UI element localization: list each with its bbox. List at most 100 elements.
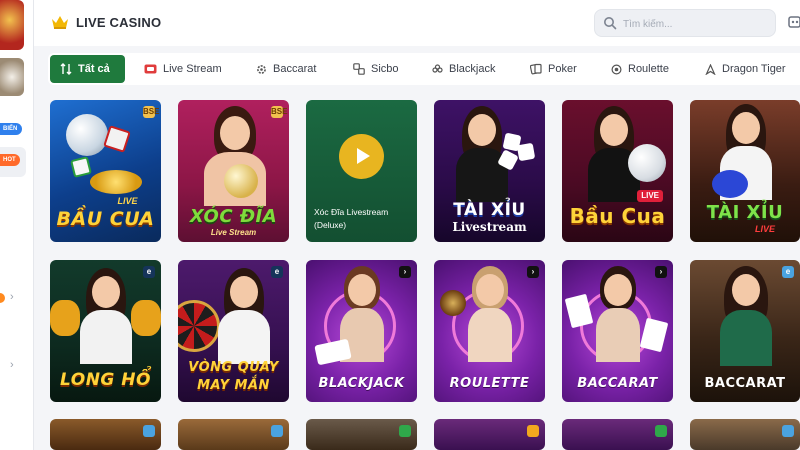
- tab-label: Blackjack: [449, 63, 496, 75]
- tab-baccarat[interactable]: Baccarat: [256, 55, 316, 83]
- tab-blackjack[interactable]: Blackjack: [432, 55, 495, 83]
- plate-image: [90, 170, 142, 194]
- dice-image: [70, 156, 92, 178]
- game-title: BẦU CUA: [56, 208, 155, 230]
- game-card-vong-quay-may-man[interactable]: e VÒNG QUAY MAY MẮN: [178, 260, 289, 402]
- new-badge: BIỂN: [0, 123, 22, 135]
- tab-roulette[interactable]: Roulette: [611, 55, 669, 83]
- provider-badge: ›: [527, 266, 539, 278]
- game-card-partial[interactable]: [178, 419, 289, 450]
- dice-image: [516, 142, 536, 162]
- live-badge: LIVE: [754, 224, 775, 234]
- chevron-right-icon[interactable]: ›: [10, 359, 14, 371]
- sidebar-game-thumbnail[interactable]: [0, 0, 24, 50]
- game-card-xoc-dia[interactable]: BSE XÓC ĐĨA Live Stream: [178, 100, 289, 242]
- game-title: Bầu Cua: [569, 204, 666, 228]
- game-title: Xóc Đĩa Livestream (Deluxe): [314, 206, 388, 232]
- provider-badge: [271, 425, 283, 437]
- game-card-baccarat[interactable]: › BACCARAT: [562, 260, 673, 402]
- game-card-roulette[interactable]: › ROULETTE: [434, 260, 545, 402]
- search-icon: [604, 17, 617, 30]
- game-subtitle: Live Stream: [210, 228, 257, 237]
- game-card-partial[interactable]: [306, 419, 417, 450]
- chevron-right-icon[interactable]: ›: [10, 291, 14, 303]
- cards-icon: [530, 63, 542, 75]
- tab-all[interactable]: Tất cả: [50, 55, 125, 83]
- live-badge: LIVE: [637, 190, 663, 202]
- hot-badge: HOT: [0, 154, 20, 166]
- provider-badge: [655, 425, 667, 437]
- dealer-image: [214, 268, 274, 364]
- crown-icon: [52, 16, 68, 29]
- game-subtitle: Livestream: [452, 220, 527, 234]
- game-title: TÀI XỈU: [706, 202, 784, 223]
- tab-dragon-tiger[interactable]: Dragon Tiger: [705, 55, 786, 83]
- game-card-tai-xiu-livestream[interactable]: TÀI XỈU Livestream: [434, 100, 545, 242]
- dice-icon: [353, 63, 365, 75]
- category-tabs: Tất cả Live Stream Baccarat Sicbo Blackj…: [48, 53, 800, 85]
- clover-icon: [432, 63, 443, 73]
- dealer-image: [714, 266, 778, 366]
- tab-label: Sicbo: [371, 63, 399, 75]
- provider-badge: e: [143, 266, 155, 278]
- live-icon: [144, 64, 157, 74]
- search-input[interactable]: [623, 15, 763, 33]
- dice-bowl-image: [712, 170, 748, 198]
- game-title: BLACKJACK: [318, 376, 405, 391]
- game-card-bau-cua-live[interactable]: LIVE Bầu Cua: [562, 100, 673, 242]
- game-card-partial[interactable]: [690, 419, 800, 450]
- tab-poker[interactable]: Poker: [530, 55, 577, 83]
- game-card-blackjack[interactable]: › BLACKJACK: [306, 260, 417, 402]
- tab-label: Tất cả: [78, 63, 110, 75]
- live-badge: LIVE: [117, 196, 138, 206]
- game-title: ROULETTE: [449, 376, 530, 391]
- tab-sicbo[interactable]: Sicbo: [353, 55, 399, 83]
- game-card-long-ho[interactable]: e LONG HỔ: [50, 260, 161, 402]
- dice-image: [103, 125, 131, 153]
- live-casino-page: BIỂN HOT › › LIVE CASINO Tìm kiếm... Tất…: [0, 0, 800, 450]
- game-title: LONG HỔ: [60, 370, 151, 390]
- game-card-partial[interactable]: [50, 419, 161, 450]
- game-card-partial[interactable]: [562, 419, 673, 450]
- tab-label: Live Stream: [163, 63, 222, 75]
- dealer-image: [588, 266, 648, 362]
- game-card-tai-xiu-live[interactable]: TÀI XỈU LIVE: [690, 100, 800, 242]
- dealer-image: [460, 266, 520, 362]
- game-card-xoc-dia-livestream-deluxe[interactable]: Xóc Đĩa Livestream (Deluxe): [306, 100, 417, 242]
- tab-label: Poker: [548, 63, 577, 75]
- game-card-partial[interactable]: [434, 419, 545, 450]
- dice-bowl-image: [224, 164, 258, 198]
- provider-badge: [782, 425, 794, 437]
- game-title: BACCARAT: [577, 376, 658, 391]
- provider-badge: ›: [399, 266, 411, 278]
- game-title-line1: VÒNG QUAY: [188, 360, 279, 375]
- tab-label: Roulette: [628, 63, 669, 75]
- page-header: LIVE CASINO: [34, 0, 800, 46]
- page-title: LIVE CASINO: [76, 15, 162, 30]
- game-card-baccarat-e[interactable]: e BACCARAT: [690, 260, 800, 402]
- provider-badge: [399, 425, 411, 437]
- game-title: TÀI XỈU: [453, 200, 526, 220]
- game-title: BACCARAT: [704, 376, 786, 391]
- gear-icon: [257, 64, 266, 74]
- game-title-line: (Deluxe): [314, 220, 347, 230]
- notification-dot: [0, 293, 5, 303]
- tab-label: Dragon Tiger: [722, 63, 786, 75]
- play-icon[interactable]: [339, 134, 384, 179]
- search-box[interactable]: [594, 9, 776, 37]
- provider-badge: [143, 425, 155, 437]
- provider-badge: e: [782, 266, 794, 278]
- provider-badge: BSE: [143, 106, 160, 118]
- tab-label: Baccarat: [273, 63, 317, 75]
- dice-bowl-image: [66, 114, 108, 156]
- tab-live-stream[interactable]: Live Stream: [144, 55, 222, 83]
- roulette-icon: [611, 63, 622, 75]
- games-icon[interactable]: [786, 13, 800, 31]
- provider-badge: BSE: [271, 106, 288, 118]
- all-icon: [60, 63, 72, 75]
- game-card-bau-cua[interactable]: BSE LIVE BẦU CUA: [50, 100, 161, 242]
- dealer-image: [76, 268, 136, 364]
- game-title-line: Xóc Đĩa Livestream: [314, 207, 389, 217]
- game-title: XÓC ĐĨA: [189, 206, 278, 227]
- sidebar-game-thumbnail[interactable]: [0, 58, 24, 96]
